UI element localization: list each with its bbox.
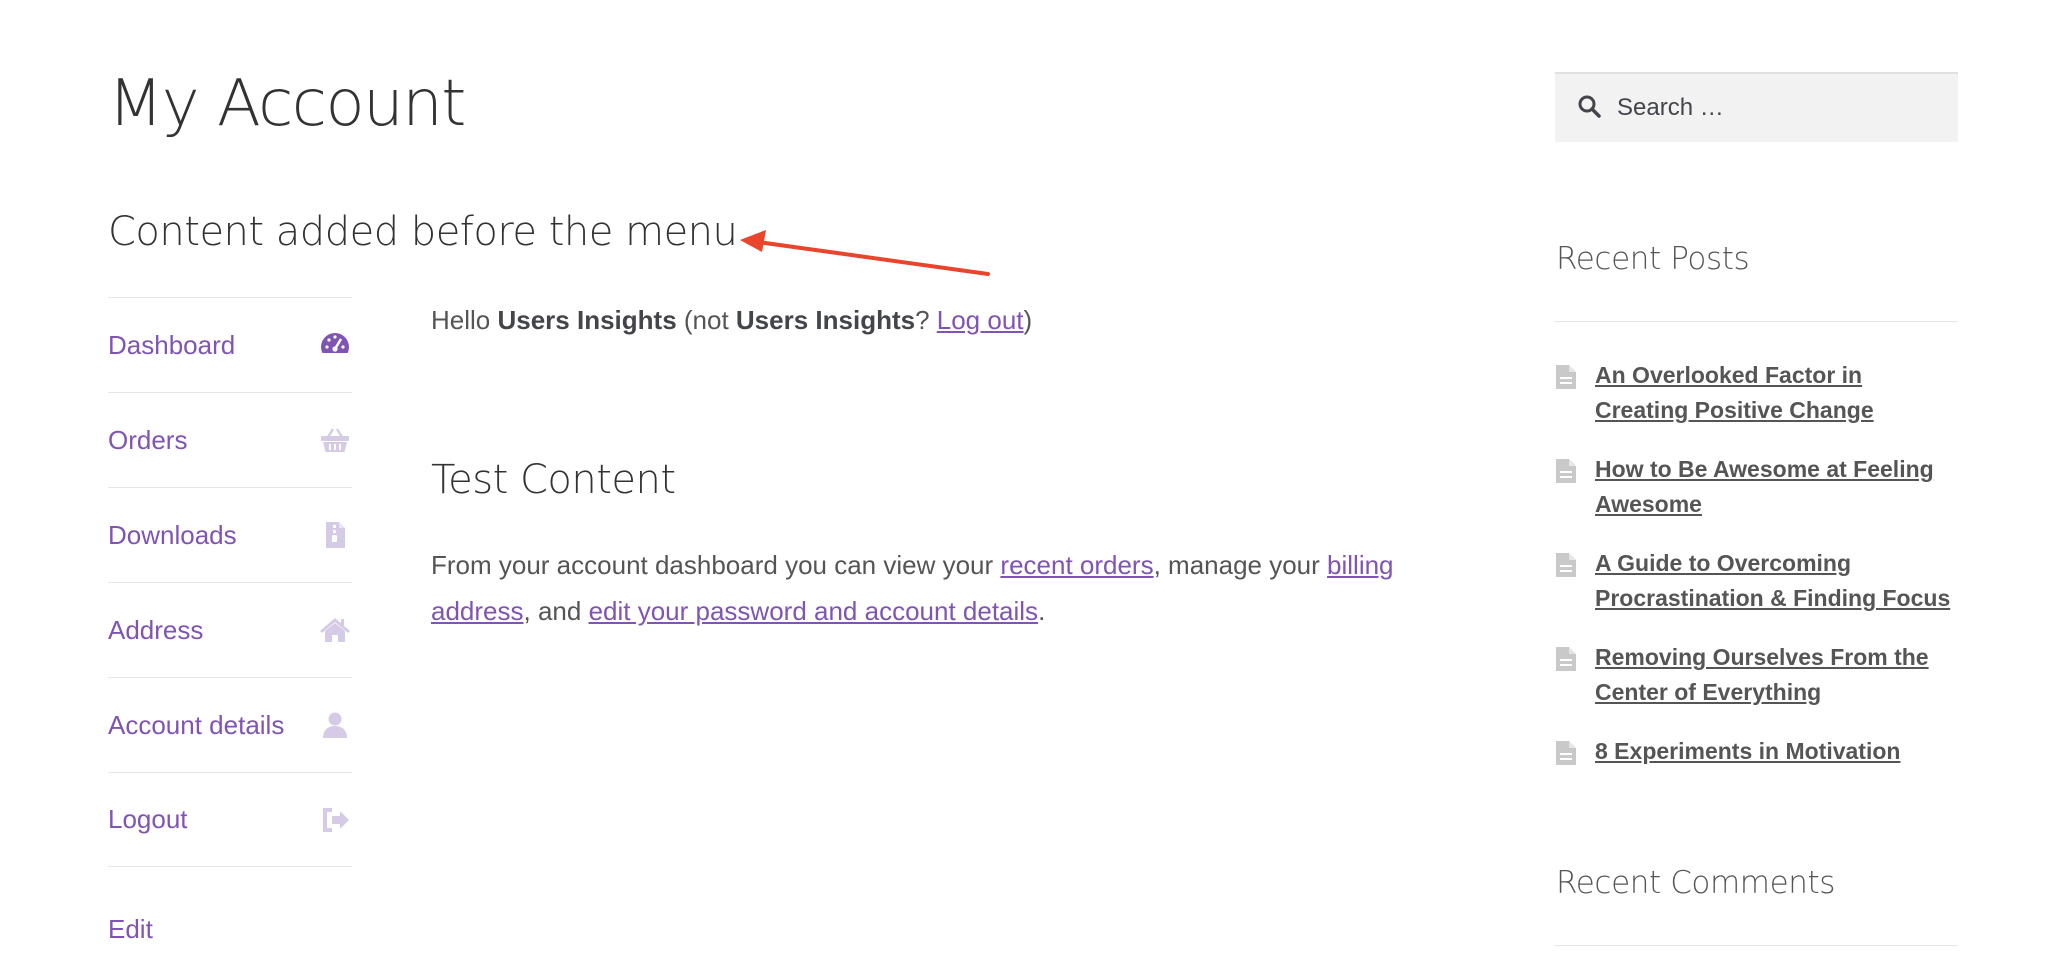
search-form — [1555, 72, 1958, 142]
nav-item-label: Account details — [108, 709, 285, 740]
user-icon — [318, 708, 352, 742]
document-icon — [1556, 365, 1576, 389]
nav-item-dashboard[interactable]: Dashboard — [108, 297, 352, 392]
desc-text-1: From your account dashboard you can view… — [431, 550, 1001, 580]
nav-item-orders[interactable]: Orders — [108, 392, 352, 487]
document-icon — [1556, 553, 1576, 577]
nav-item-downloads[interactable]: Downloads — [108, 487, 352, 582]
list-item: 8 Experiments in Motivation — [1555, 734, 1958, 769]
nav-item-label: Logout — [108, 804, 188, 834]
home-icon — [318, 613, 352, 647]
search-icon — [1577, 94, 1601, 123]
account-content: Hello Users Insights (not Users Insights… — [431, 300, 1441, 340]
username: Users Insights — [497, 305, 677, 335]
recent-post-link[interactable]: Removing Ourselves From the Center of Ev… — [1595, 640, 1958, 710]
recent-post-link[interactable]: A Guide to Overcoming Procrastination & … — [1595, 546, 1958, 616]
search-input[interactable] — [1617, 94, 1937, 122]
test-content-heading: Test Content — [431, 457, 676, 503]
recent-post-link[interactable]: An Overlooked Factor in Creating Positiv… — [1595, 358, 1958, 428]
username-repeat: Users Insights — [735, 305, 916, 335]
list-item: Removing Ourselves From the Center of Ev… — [1555, 640, 1958, 710]
greeting-close: ) — [1023, 305, 1033, 335]
annotation-arrow — [740, 230, 990, 276]
page-title: My Account — [108, 67, 466, 141]
recent-orders-link[interactable]: recent orders — [1000, 550, 1153, 580]
recent-posts-title: Recent Posts — [1556, 241, 1750, 277]
nav-item-label: Dashboard — [108, 329, 236, 360]
desc-text-4: . — [1038, 596, 1046, 626]
desc-text-2: , manage your — [1153, 550, 1328, 580]
widget-divider — [1555, 945, 1958, 946]
basket-icon — [318, 423, 352, 457]
before-menu-heading: Content added before the menu — [108, 209, 738, 255]
greeting-question: ? — [915, 305, 937, 335]
edit-account-link[interactable]: edit your password and account details — [589, 596, 1039, 626]
list-item: An Overlooked Factor in Creating Positiv… — [1555, 358, 1958, 428]
document-icon — [1556, 459, 1576, 483]
greeting: Hello Users Insights (not Users Insights… — [431, 300, 1441, 340]
sign-out-icon — [318, 803, 352, 837]
list-item: How to Be Awesome at Feeling Awesome — [1555, 452, 1958, 522]
account-navigation: Dashboard Orders Downloads Address Accou… — [108, 297, 352, 867]
greeting-prefix: Hello — [431, 305, 498, 335]
nav-item-logout[interactable]: Logout — [108, 772, 352, 867]
greeting-not: (not — [676, 305, 736, 335]
desc-text-3: , and — [523, 596, 589, 626]
widget-divider — [1555, 321, 1958, 322]
nav-item-address[interactable]: Address — [108, 582, 352, 677]
logout-link[interactable]: Log out — [937, 305, 1024, 335]
recent-posts-list: An Overlooked Factor in Creating Positiv… — [1555, 358, 1958, 793]
recent-comments-title: Recent Comments — [1556, 865, 1836, 901]
dashboard-icon — [318, 328, 352, 362]
recent-post-link[interactable]: How to Be Awesome at Feeling Awesome — [1595, 452, 1958, 522]
nav-item-account-details[interactable]: Account details — [108, 677, 352, 772]
recent-post-link[interactable]: 8 Experiments in Motivation — [1595, 734, 1900, 769]
list-item: A Guide to Overcoming Procrastination & … — [1555, 546, 1958, 616]
dashboard-description: From your account dashboard you can view… — [431, 542, 1441, 634]
file-download-icon — [318, 518, 352, 552]
nav-item-label: Address — [108, 614, 204, 645]
nav-item-label: Downloads — [108, 519, 237, 550]
document-icon — [1556, 741, 1576, 765]
nav-item-label: Orders — [108, 424, 188, 455]
edit-link[interactable]: Edit — [108, 914, 153, 945]
document-icon — [1556, 647, 1576, 671]
